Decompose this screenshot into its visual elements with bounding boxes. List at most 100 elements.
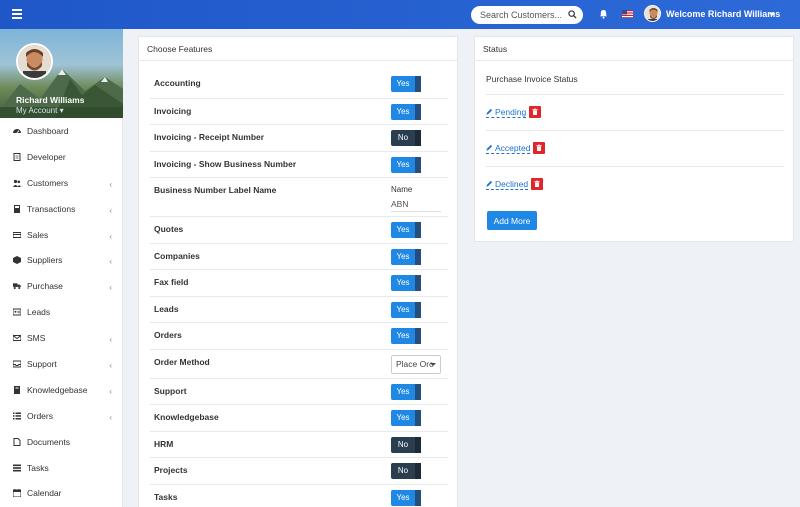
chevron-left-icon: ‹: [109, 231, 112, 241]
sidebar-item-label: Dashboard: [27, 125, 69, 136]
delete-button[interactable]: [529, 106, 541, 118]
tasks-icon: [13, 464, 21, 472]
sidebar-item-label: Suppliers: [27, 255, 63, 266]
feature-toggle[interactable]: No: [391, 436, 421, 453]
toggle-knob: [415, 130, 421, 146]
sidebar-item-label: Sales: [27, 229, 49, 240]
chevron-left-icon: ‹: [109, 335, 112, 345]
feature-toggle[interactable]: Yes: [391, 76, 421, 92]
status-edit-link[interactable]: Pending: [486, 107, 527, 118]
welcome-user-menu[interactable]: Welcome Richard Williams: [666, 9, 780, 19]
caret-down-icon: [430, 362, 436, 366]
my-account-label: My Account: [16, 106, 58, 115]
sidebar-item-tasks[interactable]: Tasks: [0, 455, 122, 481]
sidebar-item-orders[interactable]: Orders ‹: [0, 403, 122, 429]
order-method-select[interactable]: Place Orc: [391, 354, 441, 374]
sidebar-item-dashboard[interactable]: Dashboard: [0, 118, 122, 144]
sidebar-item-label: Transactions: [27, 203, 76, 214]
feature-label: Invoicing - Show Business Number: [154, 158, 297, 169]
inbox-icon: [13, 360, 21, 368]
delete-button[interactable]: [531, 178, 543, 190]
pencil-icon: [486, 180, 493, 187]
sidebar-item-sales[interactable]: Sales ‹: [0, 222, 122, 248]
delete-button[interactable]: [533, 142, 545, 154]
feature-row: Order Method Place Orc: [150, 348, 448, 378]
profile-avatar[interactable]: [16, 43, 53, 80]
status-row: Accepted: [486, 130, 784, 166]
chevron-left-icon: ‹: [109, 283, 112, 293]
toggle-label: No: [397, 466, 409, 475]
pencil-icon: [486, 108, 493, 115]
feature-row: Knowledgebase Yes: [150, 404, 448, 431]
feature-toggle[interactable]: Yes: [391, 383, 421, 400]
feature-toggle[interactable]: Yes: [391, 301, 421, 318]
search-icon[interactable]: [568, 10, 577, 19]
my-account-link[interactable]: My Account ▾: [16, 106, 64, 115]
sidebar-item-suppliers[interactable]: Suppliers ‹: [0, 247, 122, 273]
sidebar: Richard Williams My Account ▾ Dashboard D…: [0, 29, 123, 507]
toggle-knob: [415, 463, 421, 479]
users-icon: [13, 179, 21, 187]
choose-features-panel: Choose Features Accounting Yes Invoicing Ye…: [138, 36, 458, 507]
feature-toggle[interactable]: Yes: [391, 489, 421, 506]
feature-toggle[interactable]: Yes: [391, 275, 421, 291]
chevron-left-icon: ‹: [109, 179, 112, 189]
toggle-label: No: [397, 133, 409, 142]
sidebar-item-documents[interactable]: Documents: [0, 429, 122, 455]
add-more-button[interactable]: Add More: [487, 211, 537, 230]
feature-label: HRM: [154, 438, 174, 449]
menu-icon[interactable]: [12, 9, 22, 19]
feature-row: Quotes Yes: [150, 216, 448, 243]
feature-toggle[interactable]: Yes: [391, 410, 421, 426]
toggle-label: Yes: [396, 413, 410, 422]
toggle-knob: [415, 383, 421, 400]
sidebar-item-calendar[interactable]: Calendar: [0, 480, 122, 506]
avatar[interactable]: [644, 5, 661, 22]
feature-toggle[interactable]: No: [391, 463, 421, 479]
business-number-label-input[interactable]: ABN: [391, 199, 408, 209]
toggle-label: Yes: [396, 386, 410, 396]
feature-label: Invoicing - Receipt Number: [154, 132, 265, 142]
feature-toggle[interactable]: Yes: [391, 248, 421, 265]
toggle-label: Yes: [396, 304, 410, 314]
feature-toggle[interactable]: Yes: [391, 103, 421, 120]
profile-name: Richard Williams: [16, 95, 85, 105]
trash-icon: [532, 108, 538, 115]
toggle-knob: [415, 156, 421, 173]
sidebar-item-customers[interactable]: Customers ‹: [0, 170, 122, 196]
sidebar-item-label: Tasks: [27, 462, 49, 473]
feature-label: Invoicing: [154, 105, 192, 116]
sidebar-item-developer[interactable]: Developer: [0, 144, 122, 170]
us-flag-icon[interactable]: [622, 10, 633, 18]
chevron-left-icon: ‹: [109, 386, 112, 396]
bell-icon[interactable]: [599, 9, 608, 19]
feature-toggle[interactable]: Yes: [391, 222, 421, 238]
feature-toggle[interactable]: Yes: [391, 156, 421, 173]
status-edit-link[interactable]: Declined: [486, 179, 529, 190]
chevron-left-icon: ‹: [109, 205, 112, 215]
sidebar-item-purchase[interactable]: Purchase ‹: [0, 273, 122, 299]
sidebar-item-sms[interactable]: SMS ‹: [0, 325, 122, 351]
document-icon: [13, 152, 21, 161]
feature-row: Invoicing - Show Business Number Yes: [150, 150, 448, 178]
toggle-knob: [415, 436, 421, 453]
search-input[interactable]: [471, 6, 561, 24]
feature-label: Orders: [154, 330, 182, 340]
feature-row: Projects No: [150, 457, 448, 484]
feature-toggle[interactable]: Yes: [391, 328, 421, 344]
feature-toggle[interactable]: No: [391, 130, 421, 146]
feature-label: Leads: [154, 303, 179, 314]
panel-title: Status: [475, 37, 793, 61]
sidebar-item-support[interactable]: Support ‹: [0, 351, 122, 377]
caret-down-icon[interactable]: [769, 13, 775, 16]
feature-label: Fax field: [154, 277, 189, 287]
sidebar-item-knowledgebase[interactable]: Knowledgebase ‹: [0, 377, 122, 403]
pencil-icon: [486, 144, 493, 151]
sidebar-item-leads[interactable]: Leads: [0, 299, 122, 325]
status-edit-link[interactable]: Accepted: [486, 143, 531, 154]
sidebar-item-transactions[interactable]: Transactions ‹: [0, 196, 122, 222]
toggle-knob: [415, 222, 421, 238]
feature-label: Accounting: [154, 78, 201, 88]
status-panel: Status Purchase Invoice Status Pending Ac…: [474, 36, 794, 242]
id-card-icon: [13, 308, 21, 316]
